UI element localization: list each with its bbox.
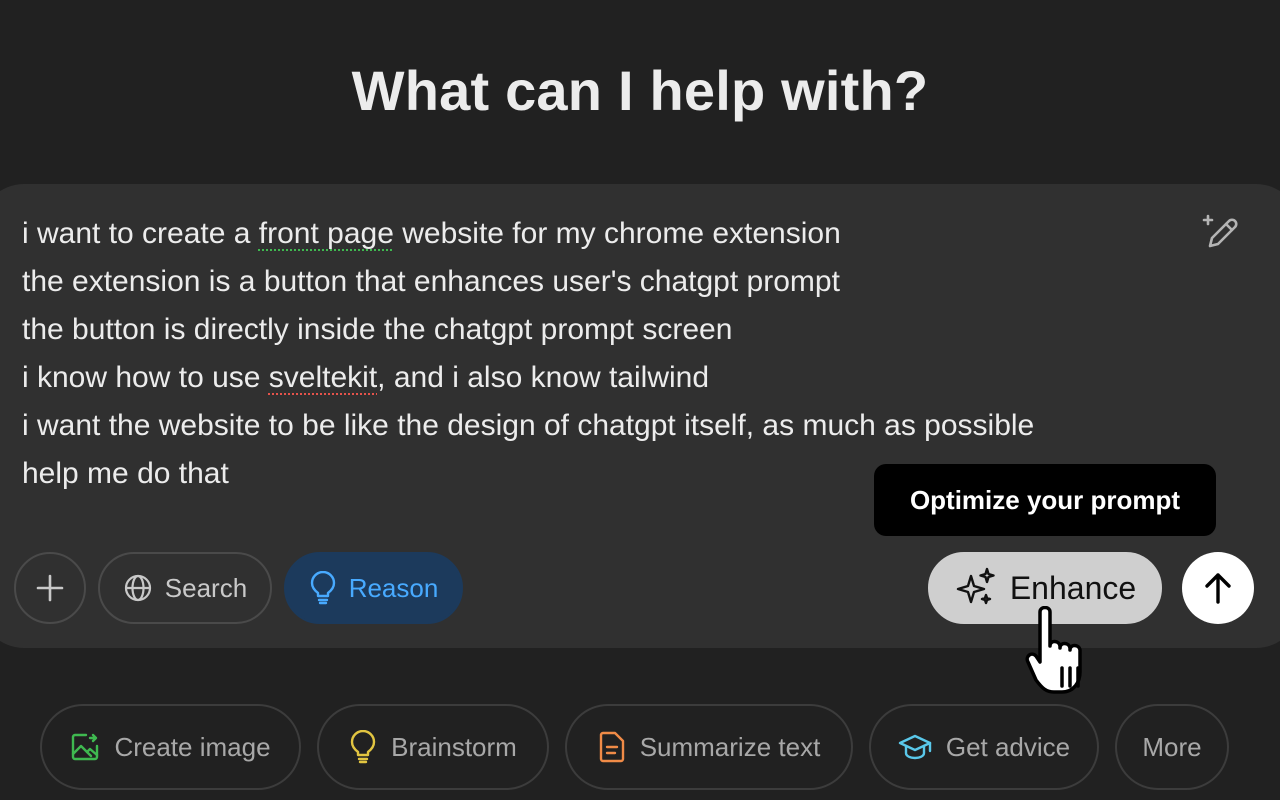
prompt-text-segment: , and i also know tailwind	[377, 361, 710, 394]
suggestion-label: Summarize text	[639, 731, 821, 762]
suggestion-label: Create image	[114, 731, 271, 762]
prompt-line: i want the website to be like the design…	[22, 409, 1035, 442]
suggestion-get-advice[interactable]: Get advice	[869, 704, 1099, 790]
grammar-flagged-text[interactable]: front page	[259, 217, 394, 250]
arrow-up-icon	[1205, 573, 1231, 604]
enhance-tooltip: Optimize your prompt	[874, 464, 1216, 536]
suggestion-label: Get advice	[945, 731, 1071, 762]
suggestion-more[interactable]: More	[1115, 704, 1229, 790]
page-heading: What can I help with?	[351, 59, 929, 122]
spelling-flagged-text[interactable]: sveltekit	[269, 361, 377, 394]
search-button-label: Search	[164, 572, 248, 603]
document-icon	[599, 731, 624, 763]
prompt-text-segment: i want to create a	[22, 217, 259, 250]
search-button[interactable]: Search	[98, 552, 272, 624]
prompt-text-segment: website for my chrome extension	[393, 217, 841, 250]
reason-button-label: Reason	[348, 572, 439, 603]
globe-icon	[124, 574, 151, 602]
suggestion-label: More	[1142, 731, 1202, 762]
prompt-text-segment: i know how to use	[22, 361, 269, 394]
prompt-line: i know how to use sveltekit, and i also …	[22, 354, 1172, 402]
hand-cursor-icon	[1025, 606, 1082, 694]
suggestion-label: Brainstorm	[391, 731, 517, 762]
send-button[interactable]	[1182, 552, 1254, 624]
attach-button[interactable]	[14, 552, 86, 624]
lightbulb-icon	[350, 730, 376, 764]
chat-page: What can I help with? i want to create a…	[0, 0, 1280, 800]
graduation-cap-icon	[898, 734, 932, 760]
reason-button[interactable]: Reason	[284, 552, 463, 624]
plus-icon	[36, 574, 64, 602]
enhance-button-label: Enhance	[1009, 569, 1137, 606]
suggestion-summarize-text[interactable]: Summarize text	[565, 704, 853, 790]
prompt-line: the extension is a button that enhances …	[22, 265, 840, 298]
sparkles-icon	[956, 567, 995, 605]
lightbulb-icon	[310, 571, 335, 605]
suggestion-brainstorm[interactable]: Brainstorm	[317, 704, 549, 790]
prompt-line: i want to create a front page website fo…	[22, 210, 1172, 258]
image-icon	[72, 733, 99, 761]
prompt-textarea[interactable]: i want to create a front page website fo…	[22, 210, 1172, 498]
prompt-line: the button is directly inside the chatgp…	[22, 313, 733, 346]
suggestion-create-image[interactable]: Create image	[40, 704, 301, 790]
sparkle-pencil-icon[interactable]	[1198, 210, 1244, 256]
